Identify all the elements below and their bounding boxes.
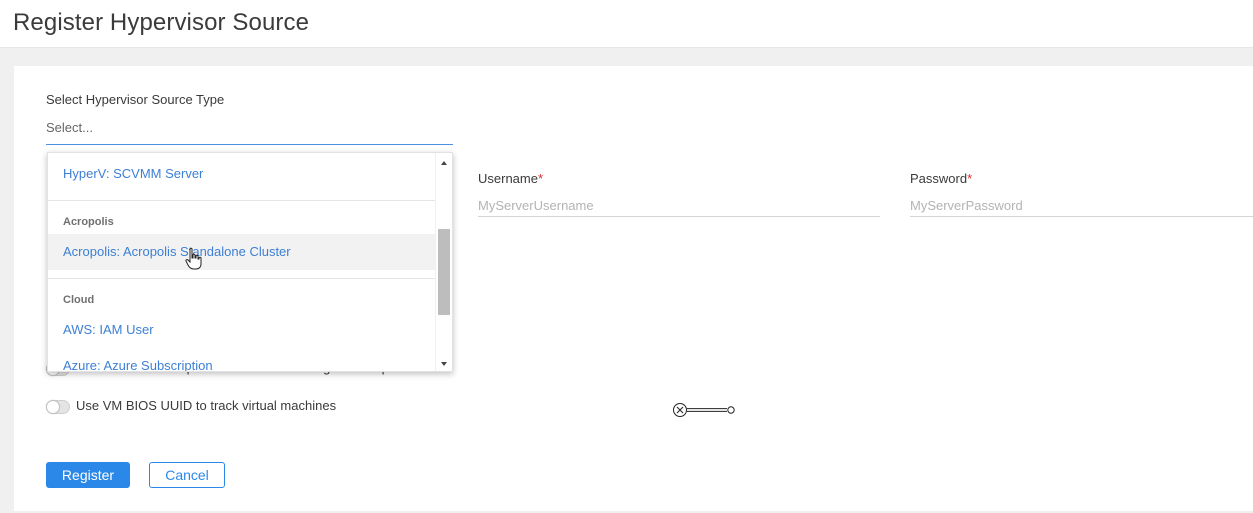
dropdown-divider [48, 200, 436, 201]
password-label: Password* [910, 171, 972, 186]
dropdown-option-acropolis-standalone[interactable]: Acropolis: Acropolis Standalone Cluster [48, 234, 436, 270]
source-type-label: Select Hypervisor Source Type [46, 92, 225, 107]
dropdown-option-azure-subscription[interactable]: Azure: Azure Subscription [48, 348, 436, 371]
dropdown-list[interactable]: HyperV: SCVMM Server Acropolis Acropolis… [48, 153, 436, 371]
close-circle-icon[interactable] [672, 402, 736, 418]
bios-uuid-label: Use VM BIOS UUID to track virtual machin… [76, 398, 337, 413]
username-label-text: Username [478, 171, 538, 186]
dropdown-option-hyperv-scvmm[interactable]: HyperV: SCVMM Server [48, 156, 436, 192]
scroll-down-icon[interactable] [441, 362, 447, 366]
source-type-dropdown: HyperV: SCVMM Server Acropolis Acropolis… [47, 152, 453, 372]
password-label-text: Password [910, 171, 968, 186]
username-label: Username* [478, 171, 543, 186]
page-header: Register Hypervisor Source [0, 0, 1253, 48]
toggle-knob [47, 401, 59, 413]
scroll-up-icon[interactable] [441, 161, 447, 165]
dropdown-group-acropolis: Acropolis [63, 216, 114, 228]
register-button[interactable]: Register [46, 462, 130, 488]
cancel-button[interactable]: Cancel [149, 462, 225, 488]
source-type-select[interactable]: Select... [46, 112, 453, 145]
bios-uuid-toggle[interactable] [46, 400, 70, 414]
password-required-mark: * [967, 171, 973, 186]
password-input[interactable] [910, 195, 1253, 217]
dropdown-option-aws-iam-user[interactable]: AWS: IAM User [48, 312, 436, 348]
username-required-mark: * [537, 171, 544, 186]
scrollbar-thumb[interactable] [438, 229, 450, 315]
page-title: Register Hypervisor Source [13, 9, 310, 36]
dropdown-divider [48, 278, 436, 279]
source-type-value: Select... [46, 120, 93, 135]
username-input[interactable] [478, 195, 880, 217]
dropdown-group-cloud: Cloud [63, 294, 95, 306]
dropdown-scrollbar[interactable] [435, 153, 452, 371]
